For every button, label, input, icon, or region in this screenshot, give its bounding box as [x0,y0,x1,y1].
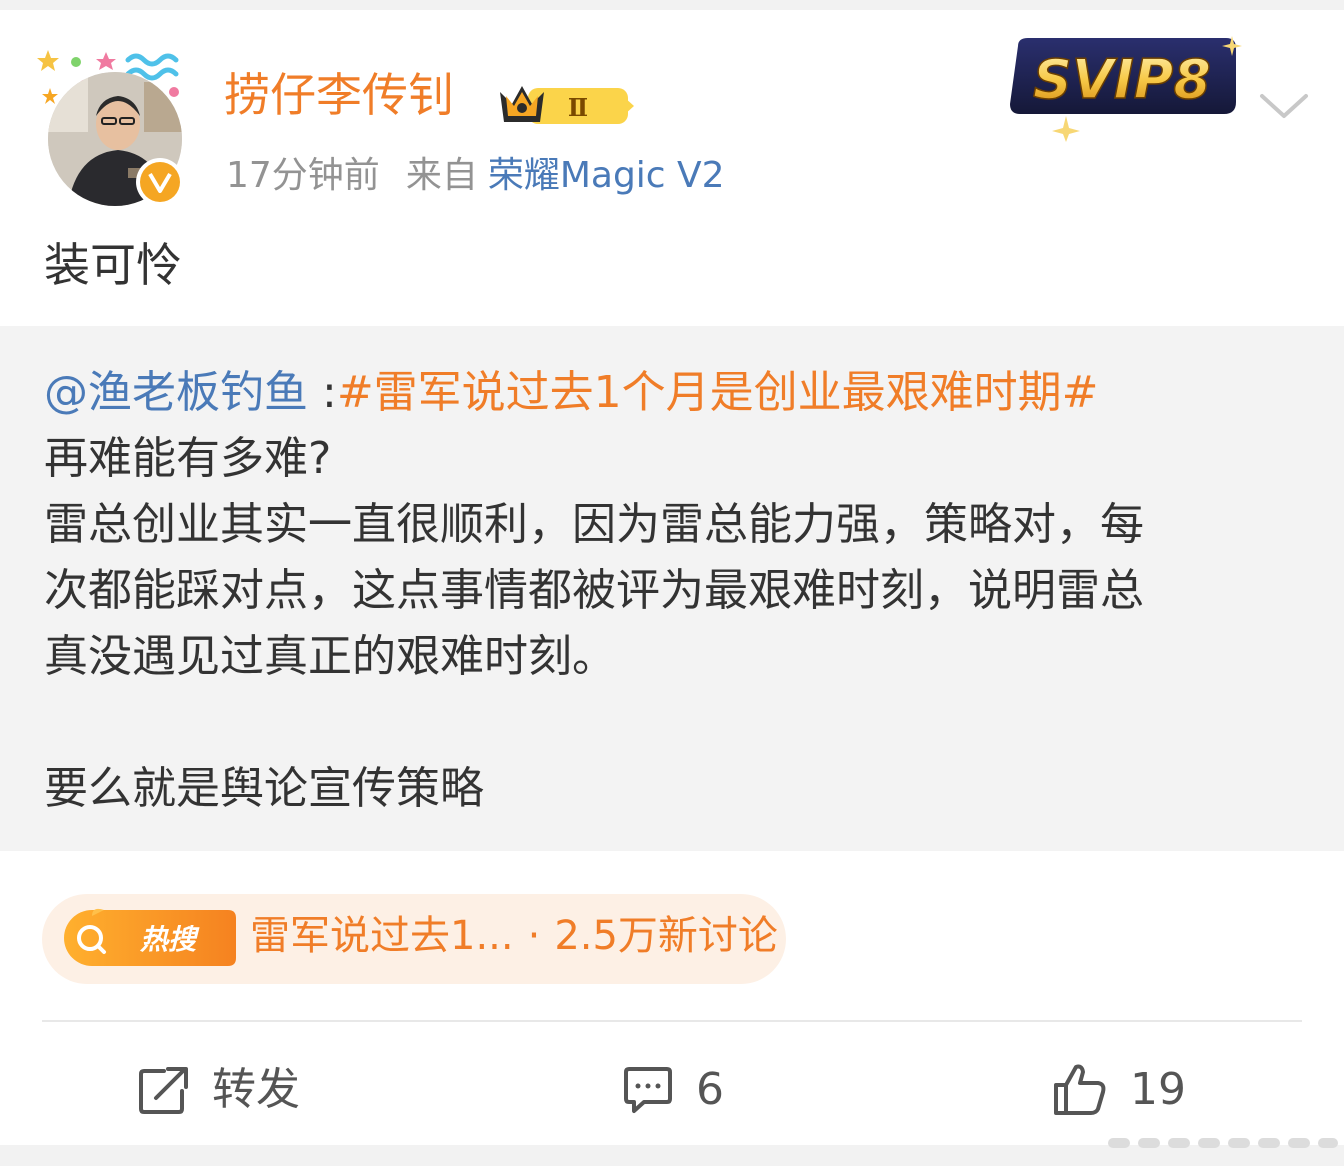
chevron-down-icon[interactable] [1258,88,1310,124]
comment-button[interactable]: 6 [622,1060,724,1120]
reposted-content[interactable]: @渔老板钓鱼 :#雷军说过去1个月是创业最艰难时期# 再难能有多难? 雷总创业其… [0,326,1344,851]
divider [42,1020,1302,1022]
like-count: 19 [1130,1064,1186,1115]
repost-line: 次都能踩对点，这点事情都被评为最艰难时刻，说明雷总 [44,565,1144,616]
hot-search-discussion: 2.5万新讨论 [554,913,778,959]
hot-search-topic: 雷军说过去1... [250,913,514,959]
like-button[interactable]: 19 [1052,1060,1186,1120]
repost-line: 真没遇见过真正的艰难时刻。 [44,631,616,682]
author-name[interactable]: 捞仔李传钊 [224,72,454,118]
post-meta: 17分钟前 来自 荣耀Magic V2 [226,158,725,194]
mention-separator: : [308,367,337,418]
repost-line: 再难能有多难? [44,433,332,484]
post-time: 17分钟前 [226,155,380,196]
svip-label: SVIP8 [1033,48,1211,111]
thumbs-up-icon [1054,1064,1106,1115]
repost-label: 转发 [212,1064,300,1115]
weibo-post-card: 捞仔李传钊 Ⅱ 17分钟前 来自 荣耀Magic V2 SVIP8 装可怜 @渔… [0,10,1344,1145]
repost-button[interactable]: 转发 [138,1060,300,1120]
svip-badge-icon[interactable]: SVIP8 [1004,32,1244,142]
hot-search-pill[interactable]: 热搜 雷军说过去1... · 2.5万新讨论 [42,894,786,984]
repost-last-line: 要么就是舆论宣传策略 [44,763,484,814]
post-text: 装可怜 [44,238,182,292]
mention-link[interactable]: @渔老板钓鱼 [44,367,308,418]
hot-search-icon: 热搜 [64,908,236,966]
avatar-frame[interactable] [36,40,196,210]
source-device-link[interactable]: 荣耀Magic V2 [488,155,725,196]
repost-line: 雷总创业其实一直很顺利，因为雷总能力强，策略对，每 [44,499,1144,550]
page-indicator-icon [1108,1138,1338,1148]
source-prefix: 来自 [405,155,478,196]
repost-first-line: @渔老板钓鱼 :#雷军说过去1个月是创业最艰难时期# [44,360,1304,426]
hashtag-link[interactable]: #雷军说过去1个月是创业最艰难时期# [337,367,1099,418]
hot-search-text: 雷军说过去1... · 2.5万新讨论 [250,916,778,956]
comment-icon [624,1067,672,1113]
repost-spacer [44,690,1304,756]
repost-icon [139,1067,188,1114]
hot-search-dot: · [527,913,541,959]
level-crown-badge-icon[interactable]: Ⅱ [496,80,636,132]
level-label: Ⅱ [568,93,588,122]
hot-search-icon-label: 热搜 [139,923,200,956]
repost-body: @渔老板钓鱼 :#雷军说过去1个月是创业最艰难时期# 再难能有多难? 雷总创业其… [44,360,1304,822]
comment-count: 6 [696,1064,724,1115]
verified-badge-icon [136,158,184,206]
